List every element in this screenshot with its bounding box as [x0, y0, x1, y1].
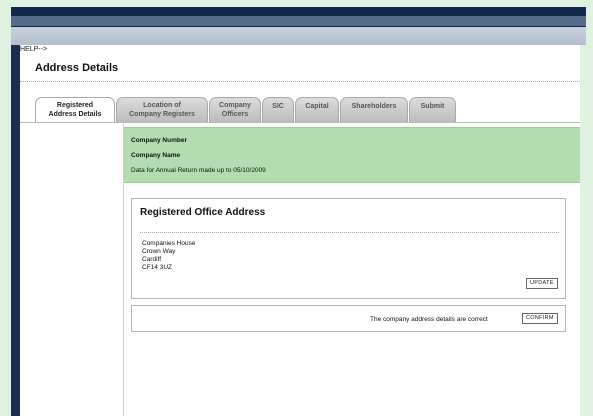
- update-button[interactable]: UPDATE: [526, 278, 558, 289]
- tab-shareholders[interactable]: Shareholders: [340, 97, 408, 122]
- annual-return-text: Data for Annual Return made up to: [131, 167, 232, 174]
- tab-company-officers[interactable]: Company Officers: [209, 97, 261, 122]
- company-number-label: Company Number: [131, 137, 187, 144]
- page-title: Address Details: [35, 62, 119, 74]
- address-line: Crown Way: [142, 248, 176, 255]
- address-line: Companies House: [142, 240, 196, 247]
- left-border: [11, 45, 20, 416]
- tab-label-line1: Company: [219, 102, 251, 109]
- tab-location-of-company-registers[interactable]: Location of Company Registers: [116, 97, 208, 122]
- tab-submit[interactable]: Submit: [409, 97, 456, 122]
- main-content: HELP--> Address Details Registered Addres…: [20, 45, 580, 416]
- tab-label-line1: Location of: [143, 102, 181, 109]
- annual-return-line: Data for Annual Return made up to 05/10/…: [131, 167, 266, 174]
- registered-office-title: Registered Office Address: [140, 207, 266, 218]
- tab-sic[interactable]: SIC: [262, 97, 294, 122]
- tab-baseline: [20, 122, 580, 123]
- registered-office-divider: [140, 232, 559, 233]
- tab-label-line2: Company Registers: [129, 111, 195, 118]
- confirm-text: The company address details are correct: [370, 316, 488, 323]
- tab-label: Shareholders: [351, 103, 397, 110]
- header-bar-lower: [11, 16, 586, 26]
- confirm-box: The company address details are correct …: [131, 305, 566, 332]
- confirm-button[interactable]: CONFIRM: [522, 313, 558, 324]
- address-line: CF14 3UZ: [142, 264, 172, 271]
- company-info-panel: Company Number Company Name Data for Ann…: [124, 127, 580, 183]
- annual-return-date: 05/10/2009: [233, 167, 266, 174]
- title-divider: [20, 81, 580, 82]
- tab-label-line1: Registered: [56, 102, 94, 109]
- registered-office-box: Registered Office Address Companies Hous…: [131, 198, 566, 299]
- subheader-bar: [11, 27, 586, 45]
- tab-label-line2: Address Details: [48, 111, 102, 118]
- tab-label-line2: Officers: [221, 111, 249, 118]
- address-line: Cardiff: [142, 256, 162, 263]
- tab-label: Submit: [420, 103, 445, 110]
- help-link[interactable]: HELP-->: [20, 46, 47, 53]
- tab-label: SIC: [272, 103, 284, 110]
- tab-label: Capital: [305, 103, 329, 110]
- tab-capital[interactable]: Capital: [295, 97, 339, 122]
- tab-registered-address-details[interactable]: Registered Address Details: [35, 97, 115, 122]
- company-name-label: Company Name: [131, 152, 181, 159]
